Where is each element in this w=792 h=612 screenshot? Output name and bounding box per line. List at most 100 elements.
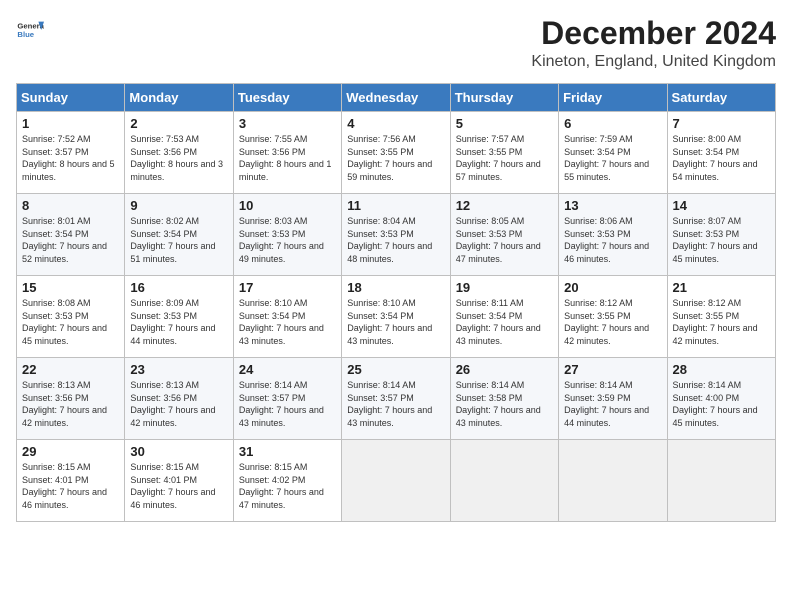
day-info: Sunrise: 8:10 AMSunset: 3:54 PMDaylight:… <box>239 297 336 347</box>
calendar-day-cell: 18Sunrise: 8:10 AMSunset: 3:54 PMDayligh… <box>342 276 450 358</box>
day-info: Sunrise: 8:01 AMSunset: 3:54 PMDaylight:… <box>22 215 119 265</box>
day-number: 28 <box>673 362 770 377</box>
day-number: 10 <box>239 198 336 213</box>
calendar-day-cell: 10 Sunrise: 8:03 AMSunset: 3:53 PMDayligh… <box>233 194 341 276</box>
day-number: 23 <box>130 362 227 377</box>
day-number: 21 <box>673 280 770 295</box>
calendar-day-cell <box>667 440 775 522</box>
day-info: Sunrise: 8:15 AMSunset: 4:01 PMDaylight:… <box>130 461 227 511</box>
column-header-monday: Monday <box>125 84 233 112</box>
header: General Blue December 2024 Kineton, Engl… <box>16 16 776 71</box>
day-info: Sunrise: 7:52 AMSunset: 3:57 PMDaylight:… <box>22 133 119 183</box>
calendar-day-cell: 28 Sunrise: 8:14 AMSunset: 4:00 PMDayligh… <box>667 358 775 440</box>
day-info: Sunrise: 8:14 AMSunset: 3:57 PMDaylight:… <box>347 379 444 429</box>
day-info: Sunrise: 8:11 AMSunset: 3:54 PMDaylight:… <box>456 297 553 347</box>
day-info: Sunrise: 8:15 AMSunset: 4:01 PMDaylight:… <box>22 461 119 511</box>
calendar-day-cell: 27 Sunrise: 8:14 AMSunset: 3:59 PMDayligh… <box>559 358 667 440</box>
calendar-day-cell: 3 Sunrise: 7:55 AMSunset: 3:56 PMDaylight… <box>233 112 341 194</box>
calendar-week-row: 1 Sunrise: 7:52 AMSunset: 3:57 PMDaylight… <box>17 112 776 194</box>
column-header-sunday: Sunday <box>17 84 125 112</box>
month-title: December 2024 <box>531 16 776 51</box>
calendar-day-cell: 25 Sunrise: 8:14 AMSunset: 3:57 PMDayligh… <box>342 358 450 440</box>
day-info: Sunrise: 8:12 AMSunset: 3:55 PMDaylight:… <box>564 297 661 347</box>
day-number: 30 <box>130 444 227 459</box>
day-info: Sunrise: 7:53 AMSunset: 3:56 PMDaylight:… <box>130 133 227 183</box>
logo: General Blue <box>16 16 44 44</box>
day-number: 16 <box>130 280 227 295</box>
calendar-day-cell: 29 Sunrise: 8:15 AMSunset: 4:01 PMDayligh… <box>17 440 125 522</box>
day-info: Sunrise: 8:12 AMSunset: 3:55 PMDaylight:… <box>673 297 770 347</box>
calendar-day-cell: 15 Sunrise: 8:08 AMSunset: 3:53 PMDayligh… <box>17 276 125 358</box>
day-number: 12 <box>456 198 553 213</box>
calendar-body: 1 Sunrise: 7:52 AMSunset: 3:57 PMDaylight… <box>17 112 776 522</box>
day-number: 25 <box>347 362 444 377</box>
calendar-day-cell: 9 Sunrise: 8:02 AMSunset: 3:54 PMDaylight… <box>125 194 233 276</box>
day-info: Sunrise: 7:56 AMSunset: 3:55 PMDaylight:… <box>347 133 444 183</box>
calendar-day-cell <box>559 440 667 522</box>
day-number: 29 <box>22 444 119 459</box>
calendar-day-cell: 20 Sunrise: 8:12 AMSunset: 3:55 PMDayligh… <box>559 276 667 358</box>
day-info: Sunrise: 8:14 AMSunset: 3:59 PMDaylight:… <box>564 379 661 429</box>
day-number: 9 <box>130 198 227 213</box>
day-info: Sunrise: 8:07 AMSunset: 3:53 PMDaylight:… <box>673 215 770 265</box>
day-number: 4 <box>347 116 444 131</box>
day-info: Sunrise: 7:55 AMSunset: 3:56 PMDaylight:… <box>239 133 336 183</box>
column-header-saturday: Saturday <box>667 84 775 112</box>
day-number: 19 <box>456 280 553 295</box>
day-info: Sunrise: 8:02 AMSunset: 3:54 PMDaylight:… <box>130 215 227 265</box>
calendar-day-cell: 24Sunrise: 8:14 AMSunset: 3:57 PMDayligh… <box>233 358 341 440</box>
calendar-day-cell: 16Sunrise: 8:09 AMSunset: 3:53 PMDayligh… <box>125 276 233 358</box>
day-info: Sunrise: 8:14 AMSunset: 4:00 PMDaylight:… <box>673 379 770 429</box>
column-header-wednesday: Wednesday <box>342 84 450 112</box>
day-info: Sunrise: 8:10 AMSunset: 3:54 PMDaylight:… <box>347 297 444 347</box>
day-info: Sunrise: 8:15 AMSunset: 4:02 PMDaylight:… <box>239 461 336 511</box>
calendar-day-cell <box>342 440 450 522</box>
day-info: Sunrise: 7:57 AMSunset: 3:55 PMDaylight:… <box>456 133 553 183</box>
day-info: Sunrise: 8:00 AMSunset: 3:54 PMDaylight:… <box>673 133 770 183</box>
column-header-tuesday: Tuesday <box>233 84 341 112</box>
day-number: 6 <box>564 116 661 131</box>
calendar-day-cell: 17Sunrise: 8:10 AMSunset: 3:54 PMDayligh… <box>233 276 341 358</box>
calendar-week-row: 8 Sunrise: 8:01 AMSunset: 3:54 PMDaylight… <box>17 194 776 276</box>
calendar-day-cell: 22 Sunrise: 8:13 AMSunset: 3:56 PMDayligh… <box>17 358 125 440</box>
calendar-day-cell: 14 Sunrise: 8:07 AMSunset: 3:53 PMDayligh… <box>667 194 775 276</box>
calendar-day-cell: 30 Sunrise: 8:15 AMSunset: 4:01 PMDayligh… <box>125 440 233 522</box>
day-number: 3 <box>239 116 336 131</box>
day-info: Sunrise: 8:13 AMSunset: 3:56 PMDaylight:… <box>130 379 227 429</box>
day-number: 2 <box>130 116 227 131</box>
day-number: 22 <box>22 362 119 377</box>
day-info: Sunrise: 8:13 AMSunset: 3:56 PMDaylight:… <box>22 379 119 429</box>
calendar-day-cell: 5Sunrise: 7:57 AMSunset: 3:55 PMDaylight… <box>450 112 558 194</box>
calendar-day-cell <box>450 440 558 522</box>
day-number: 7 <box>673 116 770 131</box>
day-number: 13 <box>564 198 661 213</box>
day-info: Sunrise: 8:05 AMSunset: 3:53 PMDaylight:… <box>456 215 553 265</box>
day-number: 1 <box>22 116 119 131</box>
day-number: 20 <box>564 280 661 295</box>
calendar-day-cell: 19 Sunrise: 8:11 AMSunset: 3:54 PMDayligh… <box>450 276 558 358</box>
day-number: 15 <box>22 280 119 295</box>
calendar-day-cell: 7 Sunrise: 8:00 AMSunset: 3:54 PMDaylight… <box>667 112 775 194</box>
column-header-thursday: Thursday <box>450 84 558 112</box>
column-header-friday: Friday <box>559 84 667 112</box>
calendar-day-cell: 4 Sunrise: 7:56 AMSunset: 3:55 PMDaylight… <box>342 112 450 194</box>
day-number: 24 <box>239 362 336 377</box>
calendar-day-cell: 13 Sunrise: 8:06 AMSunset: 3:53 PMDayligh… <box>559 194 667 276</box>
logo-icon: General Blue <box>16 16 44 44</box>
day-info: Sunrise: 8:03 AMSunset: 3:53 PMDaylight:… <box>239 215 336 265</box>
calendar-day-cell: 2 Sunrise: 7:53 AMSunset: 3:56 PMDaylight… <box>125 112 233 194</box>
day-number: 27 <box>564 362 661 377</box>
day-number: 8 <box>22 198 119 213</box>
day-number: 31 <box>239 444 336 459</box>
day-number: 26 <box>456 362 553 377</box>
calendar-day-cell: 26Sunrise: 8:14 AMSunset: 3:58 PMDayligh… <box>450 358 558 440</box>
svg-text:Blue: Blue <box>17 30 34 39</box>
day-info: Sunrise: 7:59 AMSunset: 3:54 PMDaylight:… <box>564 133 661 183</box>
calendar-day-cell: 21 Sunrise: 8:12 AMSunset: 3:55 PMDayligh… <box>667 276 775 358</box>
calendar-day-cell: 6 Sunrise: 7:59 AMSunset: 3:54 PMDaylight… <box>559 112 667 194</box>
calendar-week-row: 29 Sunrise: 8:15 AMSunset: 4:01 PMDayligh… <box>17 440 776 522</box>
day-info: Sunrise: 8:06 AMSunset: 3:53 PMDaylight:… <box>564 215 661 265</box>
day-info: Sunrise: 8:08 AMSunset: 3:53 PMDaylight:… <box>22 297 119 347</box>
calendar-day-cell: 12 Sunrise: 8:05 AMSunset: 3:53 PMDayligh… <box>450 194 558 276</box>
day-number: 14 <box>673 198 770 213</box>
